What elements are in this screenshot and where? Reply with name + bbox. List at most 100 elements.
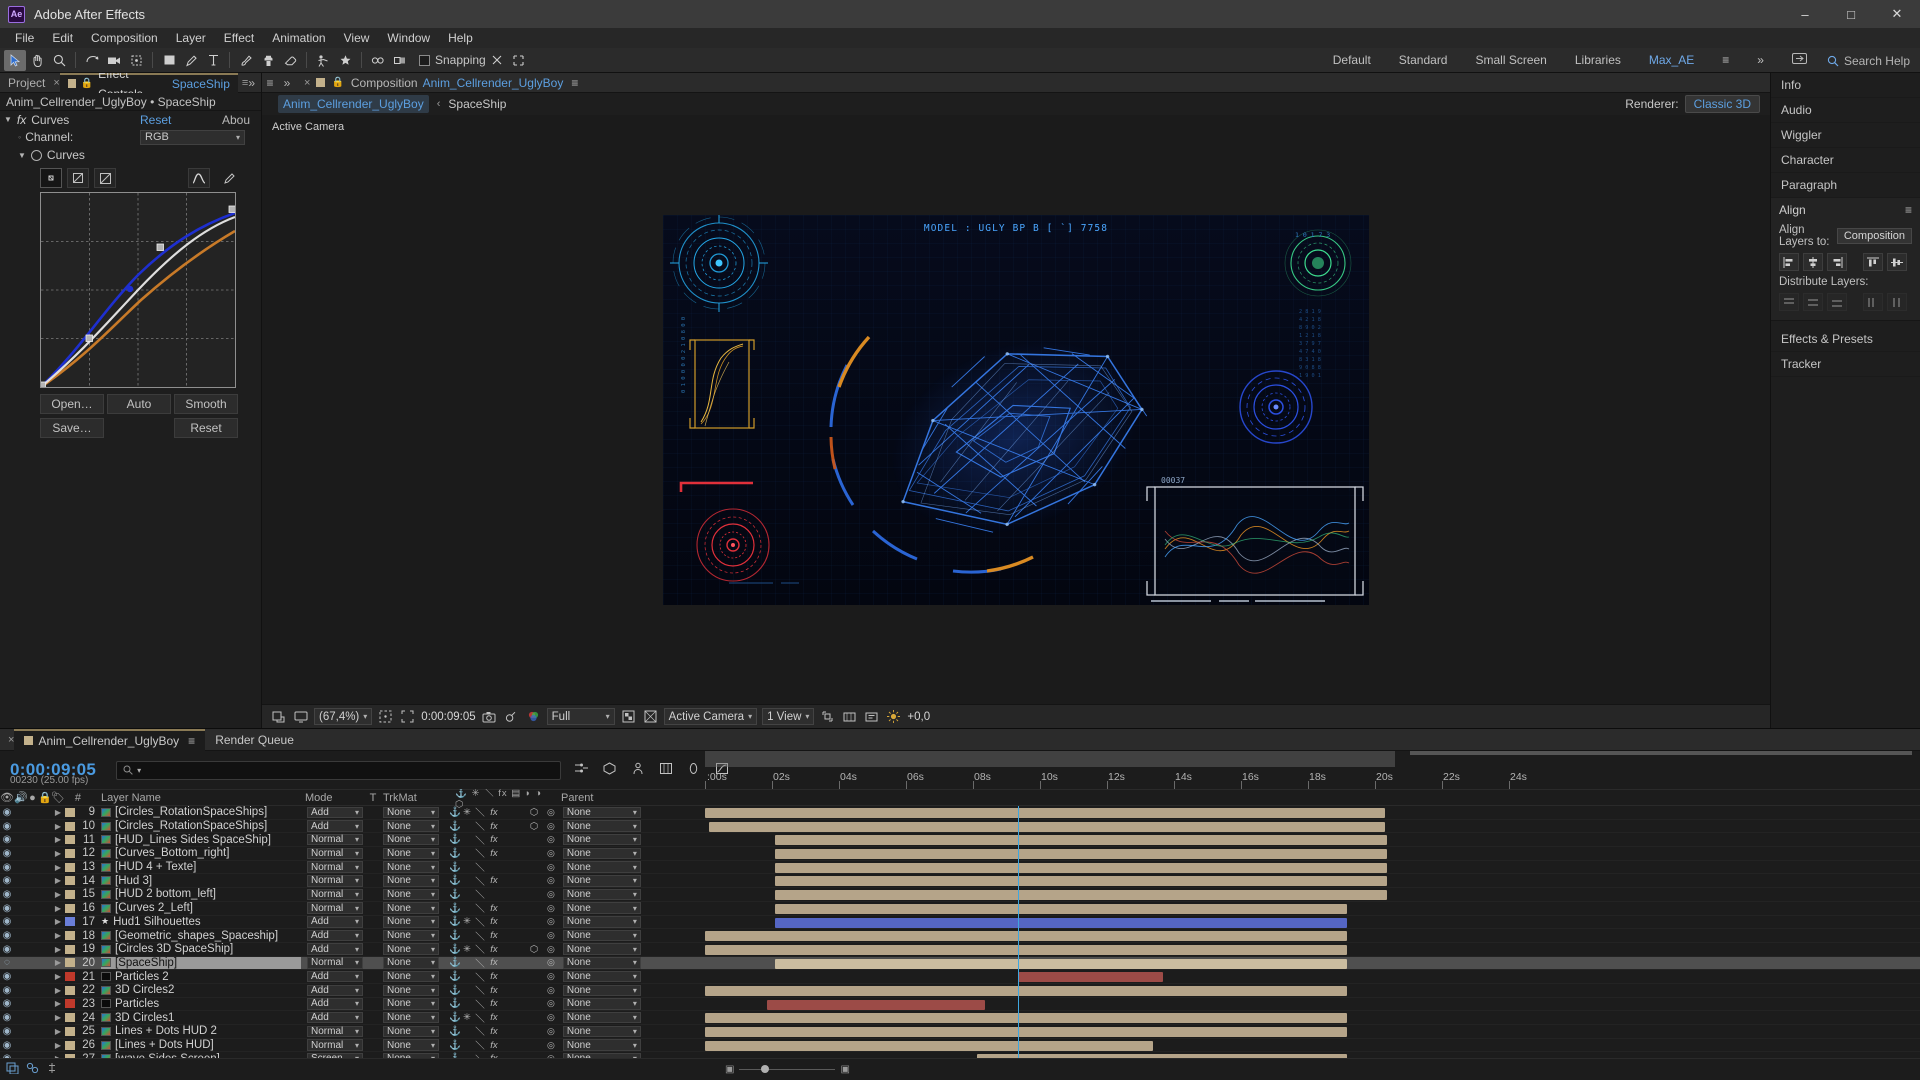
layer-trkmat-select[interactable]: None▾ xyxy=(383,1039,439,1051)
layer-parent-select[interactable]: None▾ xyxy=(562,902,641,914)
layer-duration-bar[interactable] xyxy=(775,862,1387,873)
timeline-tab-composition[interactable]: Anim_Cellrender_UglyBoy ≡ xyxy=(14,728,206,751)
align-right-icon[interactable] xyxy=(1827,253,1847,271)
adjustment-layer-icon[interactable]: ＼ xyxy=(475,860,485,874)
layer-name[interactable]: [SpaceShip] xyxy=(101,956,301,969)
distribute-vcenter-icon[interactable] xyxy=(1803,293,1823,311)
layer-name[interactable]: [Curves 2_Left] xyxy=(101,902,301,914)
collapse-transform-icon[interactable]: ⚓ xyxy=(449,957,461,968)
layer-visibility-icon[interactable]: ◉ xyxy=(0,875,14,886)
effects-icon[interactable]: fx xyxy=(488,916,500,927)
layer-trkmat-select[interactable]: None▾ xyxy=(383,916,439,928)
layer-trkmat-select[interactable]: None▾ xyxy=(383,806,439,819)
layer-parent-select[interactable]: None▾ xyxy=(562,916,641,928)
layer-label-color[interactable] xyxy=(65,999,75,1009)
layer-switches[interactable]: ⚓ ✳ ＼ fx xyxy=(449,1011,539,1025)
layer-visibility-icon[interactable]: ◉ xyxy=(0,944,14,955)
table-row[interactable]: ◉ ▶ 16 [Curves 2_Left] Normal ▾ None ▾ ⚓ ＼ fx ◎ None… xyxy=(0,902,1920,916)
collapse-transform-icon[interactable]: ⚓ xyxy=(449,903,461,914)
sidebar-item-info[interactable]: Info xyxy=(1771,73,1920,98)
effects-icon[interactable]: fx xyxy=(488,834,500,845)
layer-parent-select[interactable]: None▾ xyxy=(562,1039,641,1051)
layer-label-color[interactable] xyxy=(65,985,75,995)
adjustment-layer-icon[interactable]: ＼ xyxy=(475,1052,485,1058)
layer-mode-select[interactable]: Add ▾ xyxy=(307,806,363,819)
table-row[interactable]: ◉ ▶ 21 Particles 2 Add ▾ None ▾ ⚓ ＼ fx ◎ None ▾ xyxy=(0,970,1920,984)
collapse-transform-icon[interactable]: ⚓ xyxy=(449,1012,461,1023)
layer-duration-bar[interactable] xyxy=(705,985,1347,996)
effect-reset-button[interactable]: Reset xyxy=(140,113,171,127)
layer-duration-bar[interactable] xyxy=(977,1054,1347,1058)
curves-graph[interactable] xyxy=(38,192,236,389)
layer-mode-select[interactable]: Add ▾ xyxy=(307,970,363,983)
layer-visibility-icon[interactable]: ◉ xyxy=(0,1026,14,1037)
distribute-hcenter-icon[interactable] xyxy=(1887,293,1907,311)
rectangle-tool-icon[interactable] xyxy=(158,50,180,71)
timeline-zoom-slider[interactable]: ▣ ▣ xyxy=(725,1064,850,1075)
layer-parent-select[interactable]: None▾ xyxy=(562,888,641,901)
adjustment-layer-icon[interactable]: ＼ xyxy=(475,956,485,970)
motion-blur-icon[interactable]: ✳ xyxy=(462,1012,472,1023)
layer-parent-select[interactable]: None▾ xyxy=(562,875,641,887)
table-row[interactable]: ◉ ▶ 10 [Circles_RotationSpaceShips] Add ▾ None… xyxy=(0,820,1920,834)
workspace-default[interactable]: Default xyxy=(1319,48,1385,73)
table-row[interactable]: ◉ ▶ 19 [Circles 3D SpaceShip] Add ▾ None ▾ ⚓ ✳ ＼ fx… xyxy=(0,943,1920,957)
layer-name[interactable]: [HUD 2 bottom_left] xyxy=(101,888,301,900)
maximize-button[interactable]: □ xyxy=(1828,0,1874,28)
resolution-select[interactable]: Full ▾ xyxy=(546,708,615,725)
effects-icon[interactable]: fx xyxy=(488,1053,500,1058)
layer-label-color[interactable] xyxy=(65,807,75,817)
layer-parent-select[interactable]: None▾ xyxy=(562,1052,641,1058)
curve-smooth-icon[interactable] xyxy=(188,168,210,188)
sidebar-item-wiggler[interactable]: Wiggler xyxy=(1771,123,1920,148)
layer-switches[interactable]: ⚓ ＼ xyxy=(449,860,539,875)
layer-name[interactable]: [Geometric_shapes_Spaceship] xyxy=(101,930,301,942)
layer-mode-select[interactable]: Add ▾ xyxy=(307,943,363,955)
table-row[interactable]: ◉ ▶ 25 Lines + Dots HUD 2 Normal ▾ None ▾ ⚓ ＼ fx ◎ N… xyxy=(0,1025,1920,1039)
effects-icon[interactable]: fx xyxy=(488,985,500,996)
layer-mode-select[interactable]: Add ▾ xyxy=(307,916,363,928)
effect-about-button[interactable]: Abou xyxy=(222,113,250,127)
collapse-transform-icon[interactable]: ⚓ xyxy=(449,889,461,900)
layer-visibility-icon[interactable]: ◉ xyxy=(0,1040,14,1051)
layer-trkmat-select[interactable]: None▾ xyxy=(383,998,439,1010)
composition-mini-flowchart-icon[interactable] xyxy=(573,762,590,778)
adjustment-layer-icon[interactable]: ＼ xyxy=(475,874,485,888)
zoom-level-select[interactable]: (67,4%) ▾ xyxy=(314,708,373,725)
zoom-tool-icon[interactable] xyxy=(48,50,70,71)
adjustment-layer-icon[interactable]: ＼ xyxy=(475,997,485,1011)
layer-expand-icon[interactable]: ▶ xyxy=(51,890,65,899)
work-area-range[interactable] xyxy=(705,751,1395,767)
zoom-in-icon[interactable]: ▣ xyxy=(840,1064,849,1075)
table-row[interactable]: ◉ ▶ 13 [HUD 4 + Texte] Normal ▾ None ▾ ⚓ ＼ ◎ None ▾ xyxy=(0,861,1920,875)
layer-switches[interactable]: ⚓ ＼fx xyxy=(449,846,539,861)
layer-label-color[interactable] xyxy=(65,917,75,927)
adjustment-layer-icon[interactable]: ＼ xyxy=(475,942,485,956)
puppet-pin-tool-icon[interactable] xyxy=(334,50,356,71)
layer-expand-icon[interactable]: ▶ xyxy=(51,972,65,981)
table-row[interactable]: ◌ ▶ 20 [SpaceShip] Normal ▾ None ▾ ⚓ ＼ fx ◎ None ▾ xyxy=(0,956,1920,971)
layer-name[interactable]: [Curves_Bottom_right] xyxy=(101,847,301,859)
effects-icon[interactable]: fx xyxy=(488,821,500,832)
table-row[interactable]: ◉ ▶ 17 ★ Hud1 Silhouettes Add ▾ None ▾ ⚓ ✳ ＼ fx ◎ None… xyxy=(0,916,1920,930)
effects-icon[interactable]: fx xyxy=(488,903,500,914)
layer-mode-select[interactable]: Normal ▾ xyxy=(307,957,363,969)
effects-icon[interactable]: fx xyxy=(488,848,500,859)
table-row[interactable]: ◉ ▶ 26 [Lines + Dots HUD] Normal ▾ None ▾ ⚓ ＼ fx ◎ N… xyxy=(0,1039,1920,1053)
collapse-transform-icon[interactable]: ⚓ xyxy=(449,971,461,982)
layer-duration-bar[interactable] xyxy=(775,876,1387,887)
layer-expand-icon[interactable]: ▶ xyxy=(51,1041,65,1050)
table-row[interactable]: ◉ ▶ 11 [HUD_Lines Sides SpaceShip] Normal ▾ No… xyxy=(0,833,1920,848)
layer-mode-select[interactable]: Normal ▾ xyxy=(307,861,363,873)
layer-switches[interactable]: ⚓ ✳ ＼ fx ⬡ xyxy=(449,806,539,820)
sidebar-item-audio[interactable]: Audio xyxy=(1771,98,1920,123)
breadcrumb-child[interactable]: SpaceShip xyxy=(448,97,506,111)
layer-switches[interactable]: ⚓ ＼ xyxy=(449,887,539,902)
breadcrumb-root[interactable]: Anim_Cellrender_UglyBoy xyxy=(278,95,429,113)
menu-window[interactable]: Window xyxy=(378,28,439,48)
layer-expand-icon[interactable]: ▶ xyxy=(51,999,65,1008)
curve-reset-button[interactable]: Reset xyxy=(174,418,238,438)
table-row[interactable]: ◉ ▶ 22 3D Circles2 Add ▾ None ▾ ⚓ ＼ fx ◎ None ▾ xyxy=(0,984,1920,998)
collapse-transform-icon[interactable]: ⚓ xyxy=(449,848,461,859)
layer-name[interactable]: [Circles 3D SpaceShip] xyxy=(101,943,301,955)
